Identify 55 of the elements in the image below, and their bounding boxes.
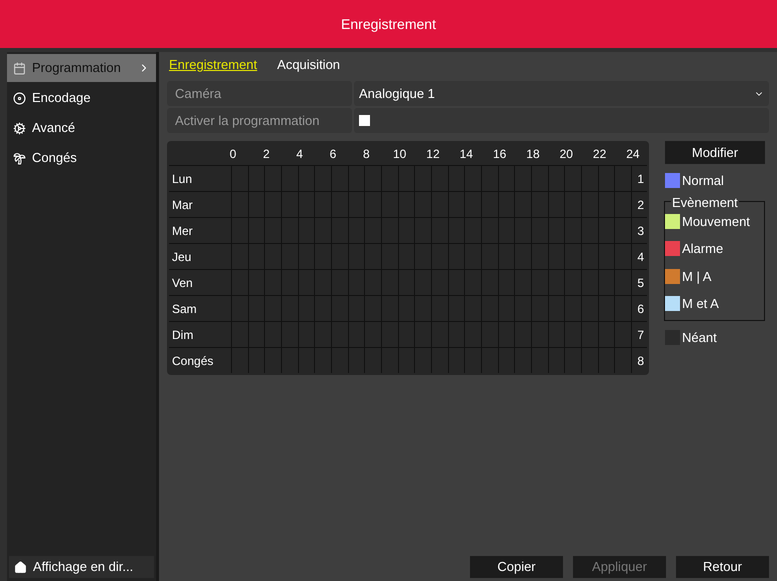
hour-label: 0 xyxy=(228,146,238,163)
legend-label: Néant xyxy=(682,328,717,346)
hour-label: 18 xyxy=(525,146,541,163)
day-label: Mar xyxy=(171,196,194,214)
checkbox[interactable] xyxy=(359,115,370,126)
title-bar: Enregistrement xyxy=(0,0,777,48)
day-number: 7 xyxy=(631,322,647,347)
sidebar-item[interactable]: Encodage xyxy=(7,84,156,112)
hour-label: 22 xyxy=(592,146,608,163)
day-number: 8 xyxy=(631,348,647,373)
gear-icon xyxy=(13,122,26,134)
hour-label: 24 xyxy=(625,146,641,163)
live-view-button[interactable]: Affichage en dir... xyxy=(9,556,154,578)
day-number: 4 xyxy=(631,244,647,269)
legend-label: Alarme xyxy=(682,240,724,258)
hour-label: 6 xyxy=(328,146,338,163)
sidebar-item[interactable]: Congés xyxy=(7,144,156,172)
legend-label: Normal xyxy=(682,172,724,190)
hour-label: 10 xyxy=(392,146,408,163)
camera-dropdown[interactable]: Analogique 1 xyxy=(354,81,769,106)
hour-label: 4 xyxy=(295,146,304,163)
legend-label: M et A xyxy=(682,295,719,313)
tab[interactable]: Enregistrement xyxy=(169,55,258,75)
day-label: Dim xyxy=(171,326,194,344)
field-label: Caméra xyxy=(167,81,352,106)
day-label: Ven xyxy=(171,274,194,292)
hour-label: 16 xyxy=(492,146,508,163)
hour-label: 14 xyxy=(458,146,474,163)
hour-label: 20 xyxy=(558,146,574,163)
action-button[interactable]: Retour xyxy=(676,556,769,578)
hour-label: 12 xyxy=(425,146,441,163)
day-number: 5 xyxy=(631,270,647,295)
palm-tree-icon xyxy=(13,152,26,164)
legend-label: Mouvement xyxy=(682,212,750,230)
home-icon xyxy=(14,560,27,574)
legend-label: M | A xyxy=(682,268,712,286)
sidebar-item[interactable]: Programmation xyxy=(7,54,156,82)
hour-label: 8 xyxy=(362,146,371,163)
day-number: 3 xyxy=(631,218,647,243)
tab[interactable]: Acquisition xyxy=(277,55,340,75)
day-number: 2 xyxy=(631,192,647,217)
day-label: Lun xyxy=(171,170,194,188)
day-label: Sam xyxy=(171,300,198,318)
field-label: Activer la programmation xyxy=(167,108,352,133)
day-label: Jeu xyxy=(171,248,192,266)
calendar-icon xyxy=(13,62,26,74)
day-label: Congés xyxy=(171,352,214,370)
day-number: 6 xyxy=(631,296,647,321)
disc-icon xyxy=(13,92,26,104)
action-button[interactable]: Copier xyxy=(470,556,563,578)
modify-button[interactable]: Modifier xyxy=(665,141,765,164)
day-number: 1 xyxy=(631,166,647,191)
day-label: Mer xyxy=(171,222,194,240)
sidebar-item[interactable]: Avancé xyxy=(7,114,156,142)
hour-label: 2 xyxy=(262,146,271,163)
